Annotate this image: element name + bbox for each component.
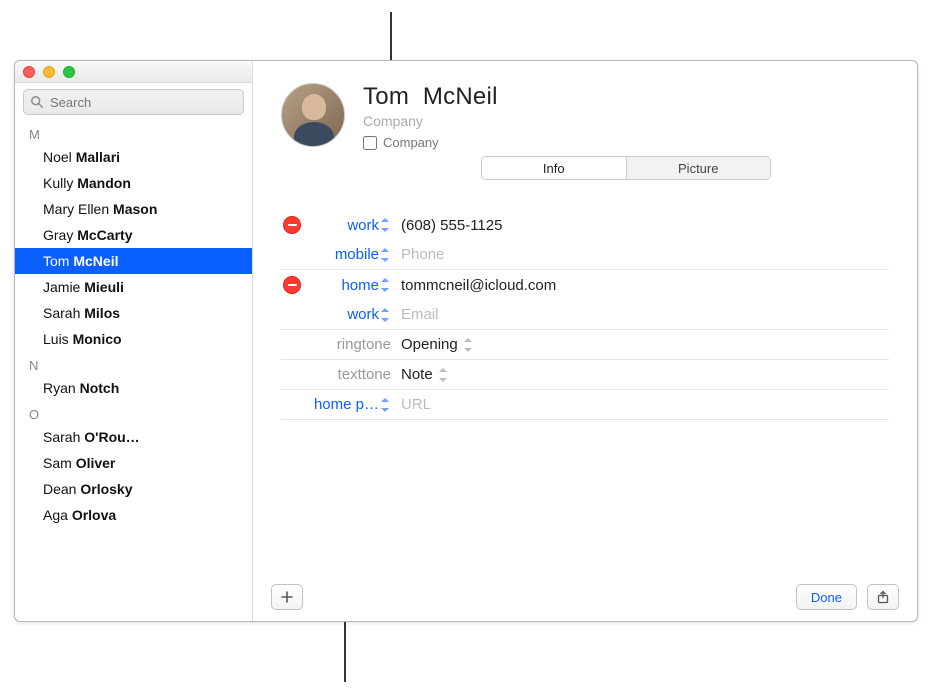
share-icon <box>876 590 890 604</box>
email-work-label-picker[interactable]: work <box>311 306 391 323</box>
contact-row[interactable]: Dean Orlosky <box>15 476 252 502</box>
search-icon <box>30 95 44 109</box>
email-home-value[interactable]: tommcneil@icloud.com <box>401 277 887 294</box>
section-header-M: M <box>15 121 252 144</box>
plus-icon <box>280 590 294 604</box>
close-window-button[interactable] <box>23 66 35 78</box>
first-name-field[interactable]: Tom <box>363 83 409 110</box>
remove-email-home[interactable] <box>283 276 301 294</box>
section-header-N: N <box>15 352 252 375</box>
tab-picture[interactable]: Picture <box>627 157 771 179</box>
tab-info[interactable]: Info <box>482 157 627 179</box>
contact-row[interactable]: Luis Monico <box>15 326 252 352</box>
phone-row-mobile: mobile Phone <box>281 240 889 270</box>
add-field-button[interactable] <box>271 584 303 610</box>
url-row: home p… URL <box>281 390 889 420</box>
ringtone-row: ringtone Opening <box>281 330 889 360</box>
chevron-updown-icon <box>439 368 449 382</box>
url-value[interactable]: URL <box>401 396 887 413</box>
contacts-list[interactable]: MNoel MallariKully MandonMary Ellen Maso… <box>15 121 252 621</box>
url-label-picker[interactable]: home p… <box>311 396 391 413</box>
texttone-row: texttone Note <box>281 360 889 390</box>
annotation-line-bottom <box>344 622 346 682</box>
phone-work-label-picker[interactable]: work <box>311 217 391 234</box>
contact-row[interactable]: Gray McCarty <box>15 222 252 248</box>
contact-row[interactable]: Ryan Notch <box>15 375 252 401</box>
ringtone-picker[interactable]: Opening <box>401 336 887 353</box>
email-work-value[interactable]: Email <box>401 306 887 323</box>
info-picture-segmented[interactable]: Info Picture <box>481 156 771 180</box>
contact-row[interactable]: Aga Orlova <box>15 502 252 528</box>
contact-row[interactable]: Sarah Milos <box>15 300 252 326</box>
phone-work-value[interactable]: (608) 555-1125 <box>401 217 887 234</box>
contact-row[interactable]: Sarah O'Rou… <box>15 424 252 450</box>
ringtone-label: ringtone <box>337 336 391 353</box>
phone-row-work: work (608) 555-1125 <box>281 210 889 240</box>
contact-row[interactable]: Noel Mallari <box>15 144 252 170</box>
is-company-label: Company <box>383 135 439 150</box>
email-row-home: home tommcneil@icloud.com <box>281 270 889 300</box>
section-header-O: O <box>15 401 252 424</box>
texttone-label: texttone <box>338 366 391 383</box>
company-field[interactable]: Company <box>363 113 889 129</box>
remove-phone-work[interactable] <box>283 216 301 234</box>
search-input[interactable] <box>48 94 237 111</box>
is-company-checkbox[interactable] <box>363 136 377 150</box>
chevron-updown-icon <box>381 278 391 292</box>
contact-row[interactable]: Kully Mandon <box>15 170 252 196</box>
window-controls <box>15 61 252 83</box>
contact-row[interactable]: Tom McNeil <box>15 248 252 274</box>
chevron-updown-icon <box>381 398 391 412</box>
zoom-window-button[interactable] <box>63 66 75 78</box>
email-home-label-picker[interactable]: home <box>311 277 391 294</box>
last-name-field[interactable]: McNeil <box>423 83 498 110</box>
contact-row[interactable]: Jamie Mieuli <box>15 274 252 300</box>
chevron-updown-icon <box>381 248 391 262</box>
contacts-window: MNoel MallariKully MandonMary Ellen Maso… <box>14 60 918 622</box>
contact-row[interactable]: Sam Oliver <box>15 450 252 476</box>
chevron-updown-icon <box>381 308 391 322</box>
texttone-picker[interactable]: Note <box>401 366 887 383</box>
done-button[interactable]: Done <box>796 584 857 610</box>
share-button[interactable] <box>867 584 899 610</box>
contact-detail: Tom McNeil Company Company Info Picture … <box>253 61 917 621</box>
chevron-updown-icon <box>464 338 474 352</box>
phone-mobile-value[interactable]: Phone <box>401 246 887 263</box>
contact-name[interactable]: Tom McNeil <box>363 83 889 111</box>
phone-mobile-label-picker[interactable]: mobile <box>311 246 391 263</box>
sidebar: MNoel MallariKully MandonMary Ellen Maso… <box>15 61 253 621</box>
minimize-window-button[interactable] <box>43 66 55 78</box>
avatar[interactable] <box>281 83 345 147</box>
annotation-line-top <box>390 12 392 60</box>
chevron-updown-icon <box>381 218 391 232</box>
email-row-work: work Email <box>281 300 889 330</box>
contact-row[interactable]: Mary Ellen Mason <box>15 196 252 222</box>
search-field-wrapper[interactable] <box>23 89 244 115</box>
